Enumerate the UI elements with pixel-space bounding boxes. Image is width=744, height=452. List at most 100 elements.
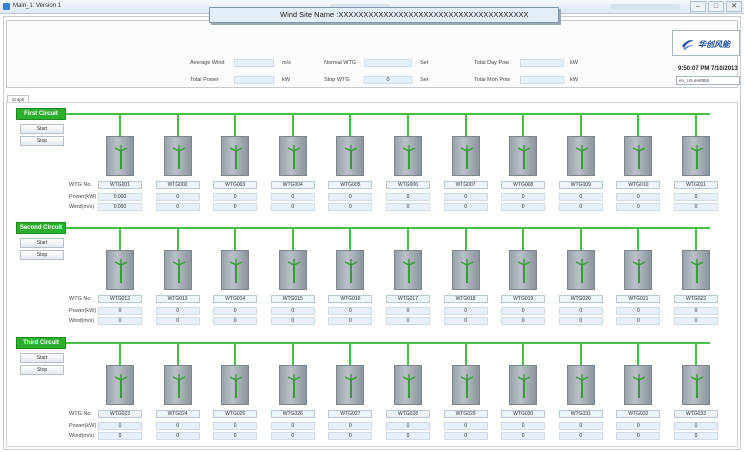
wind-turbine-icon[interactable] (394, 250, 422, 290)
close-button[interactable]: ✕ (726, 1, 742, 12)
wind-cell: 0 (558, 203, 603, 211)
maximize-button[interactable]: □ (708, 1, 724, 12)
wind-turbine-icon[interactable] (509, 250, 538, 290)
power-cell: 0 (501, 307, 546, 315)
power-cell: 0 (328, 307, 373, 315)
power-cell: 0 (443, 422, 488, 430)
wind-cell: 0 (155, 203, 200, 211)
power-cell: 0 (674, 307, 718, 315)
wind-turbine-icon[interactable] (682, 365, 710, 405)
wind-cell: 0 (328, 432, 373, 440)
power-cell: 0 (328, 193, 373, 201)
wtg-id-cell: WTG013 (155, 295, 200, 303)
wind-turbine-icon[interactable] (221, 136, 250, 176)
wind-cell: 0 (443, 203, 488, 211)
turbine-feeder-line (695, 114, 697, 136)
wind-turbine-icon[interactable] (509, 365, 538, 405)
turbine-feeder-line (407, 343, 409, 365)
turbine-feeder-line (579, 228, 582, 250)
wind-turbine-icon[interactable] (163, 250, 192, 290)
power-cell: 0 (213, 193, 258, 201)
turbine-feeder-line (234, 114, 237, 136)
wind-turbine-icon[interactable] (509, 136, 538, 176)
total-mon-pow-label: Total Mon Pow (474, 77, 511, 83)
wind-turbine-icon[interactable] (221, 250, 250, 290)
row-label-power: Power(kW) (69, 423, 97, 429)
wind-turbine-icon[interactable] (163, 365, 192, 405)
circuit-bus-line (66, 342, 710, 344)
wind-turbine-icon[interactable] (106, 365, 134, 405)
wind-turbine-icon[interactable] (451, 136, 480, 176)
start-button[interactable]: Start (20, 124, 64, 134)
average-wind-value (234, 59, 274, 67)
wind-turbine-icon[interactable] (682, 136, 710, 176)
start-button[interactable]: Start (20, 353, 64, 363)
power-cell: 0 (155, 193, 200, 201)
language-select[interactable]: en_US.en8859 (676, 76, 740, 85)
wind-turbine-icon[interactable] (451, 250, 480, 290)
wind-turbine-icon[interactable] (278, 365, 307, 405)
logo-text: 华创风能 (698, 40, 730, 49)
wind-cell: 0.000 (98, 203, 142, 211)
power-cell: 0 (616, 422, 661, 430)
wind-turbine-icon[interactable] (336, 365, 365, 405)
row-label-power: Power(kW) (69, 194, 97, 200)
wind-cell: 0 (213, 317, 258, 325)
stop-button[interactable]: Stop (20, 365, 64, 375)
power-cell: 0 (328, 422, 373, 430)
circuit-bus-line (66, 113, 710, 115)
wind-cell: 0 (270, 317, 315, 325)
wind-turbine-icon[interactable] (624, 365, 653, 405)
turbine-feeder-line (522, 343, 525, 365)
wtg-id-cell: WTG032 (616, 410, 661, 418)
circuit-label[interactable]: Second Circuit (16, 222, 66, 234)
wtg-id-cell: WTG004 (270, 181, 315, 189)
wind-turbine-icon[interactable] (566, 136, 595, 176)
wtg-id-cell: WTG021 (616, 295, 661, 303)
wind-turbine-icon[interactable] (336, 250, 365, 290)
power-cell: 0 (386, 422, 430, 430)
wtg-id-cell: WTG028 (386, 410, 430, 418)
wtg-id-cell: WTG029 (443, 410, 488, 418)
wtg-id-cell: WTG022 (674, 295, 718, 303)
circuit-label[interactable]: First Circuit (16, 108, 66, 120)
wind-cell: 0 (616, 203, 661, 211)
wind-turbine-icon[interactable] (394, 365, 422, 405)
wind-turbine-icon[interactable] (566, 365, 595, 405)
wtg-id-cell: WTG010 (616, 181, 661, 189)
wind-turbine-icon[interactable] (221, 365, 250, 405)
wind-turbine-icon[interactable] (278, 250, 307, 290)
wind-turbine-icon[interactable] (624, 136, 653, 176)
stop-button[interactable]: Stop (20, 250, 64, 260)
wind-turbine-icon[interactable] (451, 365, 480, 405)
row-label-wtg-no: WTG No. (69, 182, 92, 188)
wind-turbine-icon[interactable] (624, 250, 653, 290)
circuit-bus-line (66, 227, 710, 229)
power-cell: 0 (98, 422, 142, 430)
turbine-feeder-line (119, 114, 121, 136)
start-button[interactable]: Start (20, 238, 64, 248)
wind-turbine-icon[interactable] (106, 136, 134, 176)
turbine-feeder-line (176, 343, 179, 365)
row-label-wind: Wind(m/s) (69, 433, 95, 439)
wind-turbine-icon[interactable] (566, 250, 595, 290)
wind-turbine-icon[interactable] (336, 136, 365, 176)
stop-wtg-unit: Set (420, 77, 429, 83)
wind-turbine-icon[interactable] (394, 136, 422, 176)
power-cell: 0 (558, 307, 603, 315)
power-cell: 0 (155, 422, 200, 430)
wtg-id-cell: WTG005 (328, 181, 373, 189)
clock-display: 9:50:07 PM 7/10/2013 (678, 66, 738, 72)
turbine-feeder-line (291, 343, 294, 365)
normal-wtg-label: Normal WTG (324, 60, 357, 66)
turbine-feeder-line (234, 343, 237, 365)
stop-button[interactable]: Stop (20, 136, 64, 146)
wind-turbine-icon[interactable] (682, 250, 710, 290)
wind-turbine-icon[interactable] (163, 136, 192, 176)
circuit-label[interactable]: Third Circuit (16, 337, 66, 349)
wind-cell: 0 (674, 203, 718, 211)
wind-turbine-icon[interactable] (278, 136, 307, 176)
wind-turbine-icon[interactable] (106, 250, 134, 290)
wtg-id-cell: WTG011 (674, 181, 718, 189)
minimize-button[interactable]: – (690, 1, 706, 12)
